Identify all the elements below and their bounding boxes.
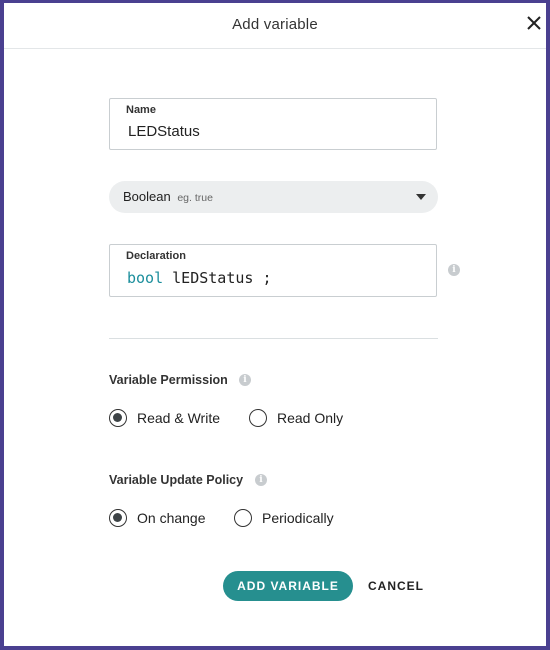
declaration-terminator: ; (262, 269, 272, 287)
type-select-value: Boolean eg. true (123, 189, 213, 204)
radio-read-write-label: Read & Write (137, 410, 220, 426)
add-variable-button[interactable]: ADD VARIABLE (223, 571, 353, 601)
radio-read-only-label: Read Only (277, 410, 344, 426)
divider (109, 338, 438, 339)
add-variable-dialog: Add variable Name LEDStatus Boolean eg. … (4, 3, 546, 646)
radio-read-write[interactable]: Read & Write (109, 409, 220, 427)
update-policy-info-icon[interactable]: i (255, 474, 267, 486)
declaration-info-icon[interactable]: i (448, 264, 460, 276)
name-field-label: Name (126, 104, 156, 116)
declaration-identifier: lEDStatus (172, 269, 254, 287)
dialog-header: Add variable (4, 3, 546, 49)
radio-read-only-control[interactable] (249, 409, 267, 427)
radio-periodically[interactable]: Periodically (234, 509, 334, 527)
close-icon[interactable] (524, 13, 544, 33)
declaration-field[interactable]: Declaration bool lEDStatus ; (109, 244, 437, 297)
permission-label-text: Variable Permission (109, 373, 228, 387)
permission-label: Variable Permission (109, 373, 228, 387)
chevron-down-icon (416, 194, 426, 200)
dialog-title: Add variable (232, 16, 318, 33)
permission-info-icon[interactable]: i (239, 374, 251, 386)
radio-read-only[interactable]: Read Only (249, 409, 343, 427)
name-field[interactable]: Name LEDStatus (109, 98, 437, 150)
radio-read-write-control[interactable] (109, 409, 127, 427)
declaration-label: Declaration (126, 250, 186, 262)
radio-on-change-label: On change (137, 510, 206, 526)
name-field-value[interactable]: LEDStatus (128, 123, 200, 140)
declaration-code[interactable]: bool lEDStatus ; (127, 269, 272, 287)
radio-on-change-control[interactable] (109, 509, 127, 527)
type-select-selected: Boolean (123, 189, 171, 204)
cancel-button[interactable]: CANCEL (368, 579, 424, 593)
update-policy-label-text: Variable Update Policy (109, 473, 244, 487)
update-policy-label: Variable Update Policy (109, 473, 243, 487)
declaration-keyword: bool (127, 269, 164, 287)
type-select[interactable]: Boolean eg. true (109, 181, 438, 213)
type-select-hint: eg. true (177, 192, 213, 204)
radio-periodically-control[interactable] (234, 509, 252, 527)
radio-on-change[interactable]: On change (109, 509, 206, 527)
radio-periodically-label: Periodically (262, 510, 334, 526)
